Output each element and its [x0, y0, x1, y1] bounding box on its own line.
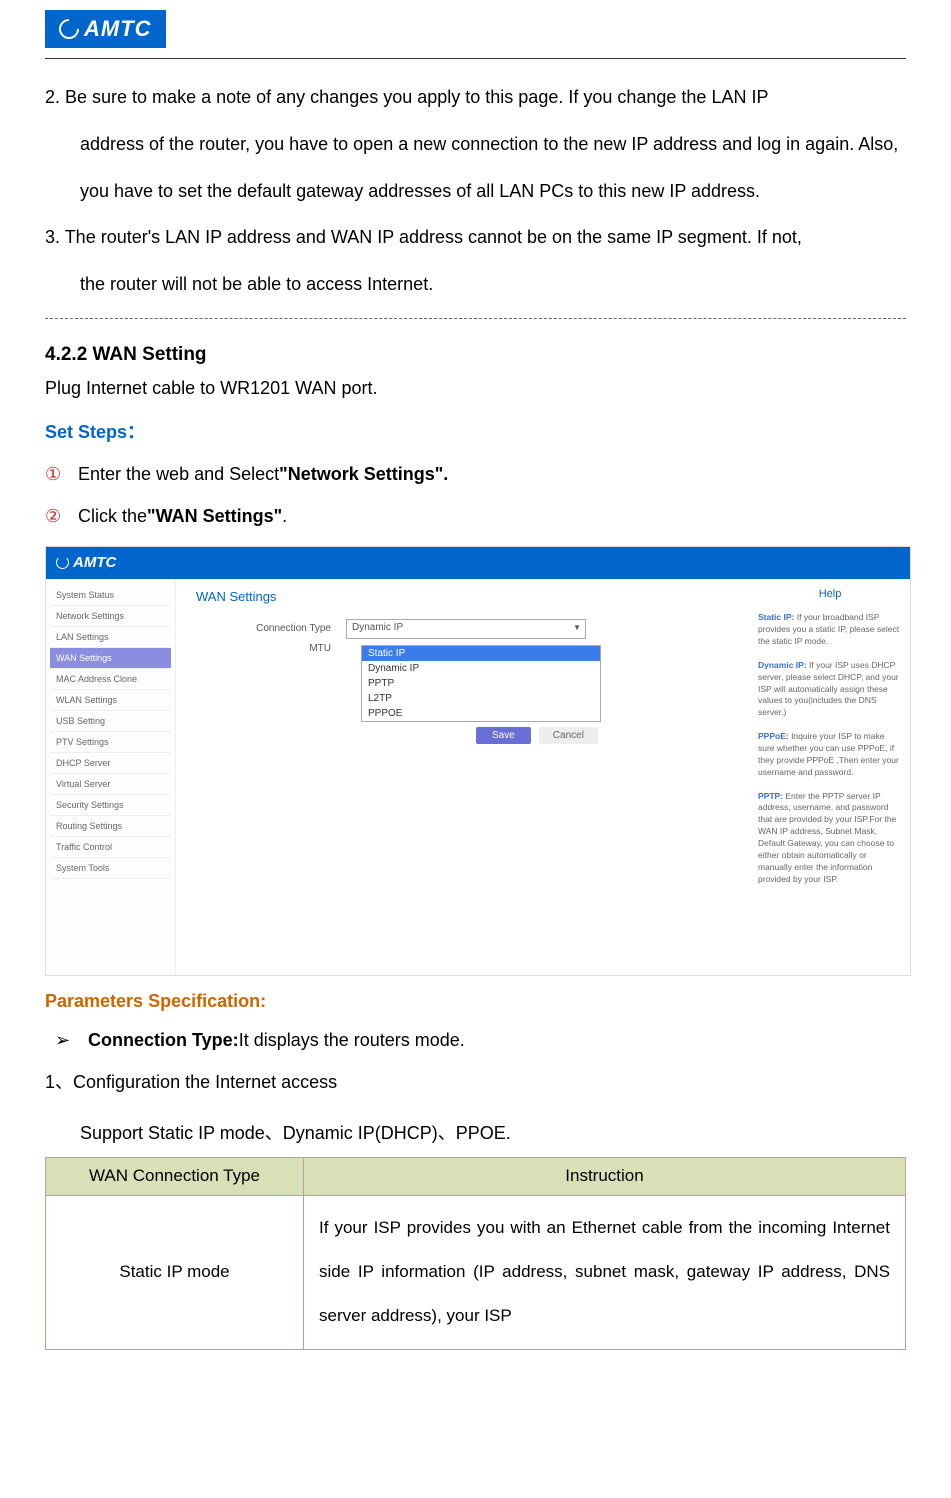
note3-lead: 3. The router's LAN IP address and WAN I… — [45, 227, 802, 247]
section-heading: 4.2.2 WAN Setting — [45, 344, 906, 366]
cell-static-ip: Static IP mode — [46, 1195, 304, 1349]
panel-title: WAN Settings — [196, 589, 730, 604]
sidebar-item-security-settings[interactable]: Security Settings — [50, 795, 171, 816]
embedded-screenshot: AMTC System StatusNetwork SettingsLAN Se… — [45, 546, 911, 976]
dropdown-option-pptp[interactable]: PPTP — [362, 676, 600, 691]
connection-table: WAN Connection Type Instruction Static I… — [45, 1157, 906, 1350]
sidebar-item-lan-settings[interactable]: LAN Settings — [50, 627, 171, 648]
note2-cont: address of the router, you have to open … — [45, 121, 906, 215]
sidebar-item-dhcp-server[interactable]: DHCP Server — [50, 753, 171, 774]
section-intro: Plug Internet cable to WR1201 WAN port. — [45, 374, 906, 403]
step-2: ② Click the"WAN Settings". — [45, 498, 906, 534]
shot-logo-text: AMTC — [73, 554, 116, 571]
sidebar-item-virtual-server[interactable]: Virtual Server — [50, 774, 171, 795]
brand-text: AMTC — [84, 16, 152, 42]
help-pptp-text: Enter the PPTP server IP address, userna… — [758, 791, 896, 884]
note-2: 2. Be sure to make a note of any changes… — [45, 74, 906, 214]
step1-bold: "Network Settings". — [279, 464, 448, 484]
note2-lead: 2. Be sure to make a note of any changes… — [45, 87, 768, 107]
button-row: Save Cancel — [476, 727, 598, 744]
th-instruction: Instruction — [304, 1157, 906, 1195]
step1-text: Enter the web and Select — [78, 464, 279, 484]
dropdown-option-l2tp[interactable]: L2TP — [362, 691, 600, 706]
shot-body: System StatusNetwork SettingsLAN Setting… — [46, 579, 910, 975]
shot-logo: AMTC — [56, 554, 116, 571]
dashed-separator — [45, 318, 906, 319]
sidebar-item-system-tools[interactable]: System Tools — [50, 858, 171, 879]
help-static-label: Static IP: — [758, 612, 794, 622]
help-dyn-label: Dynamic IP: — [758, 660, 807, 670]
note-3: 3. The router's LAN IP address and WAN I… — [45, 214, 906, 308]
header-logo-area: AMTC — [45, 0, 906, 59]
shot-swirl-icon — [56, 556, 69, 569]
dropdown-option-dynamic-ip[interactable]: Dynamic IP — [362, 661, 600, 676]
sidebar-item-routing-settings[interactable]: Routing Settings — [50, 816, 171, 837]
shot-center-panel: WAN Settings Connection Type Dynamic IP … — [176, 579, 750, 975]
help-title: Help — [758, 587, 902, 602]
params-heading: Parameters Specification: — [45, 991, 906, 1012]
sidebar-item-wan-settings[interactable]: WAN Settings — [50, 648, 171, 669]
step2-marker: ② — [45, 498, 73, 534]
arrow-icon: ➢ — [55, 1024, 83, 1056]
label-mtu: MTU — [196, 643, 346, 654]
note3-cont: the router will not be able to access In… — [45, 261, 906, 308]
cancel-button[interactable]: Cancel — [539, 727, 598, 744]
row-connection-type: Connection Type Dynamic IP — [196, 619, 730, 639]
label-connection-type: Connection Type — [196, 623, 346, 634]
shot-topbar: AMTC — [46, 547, 910, 579]
sidebar-item-wlan-settings[interactable]: WLAN Settings — [50, 690, 171, 711]
cfg-support: Support Static IP mode、Dynamic IP(DHCP)、… — [45, 1117, 906, 1149]
help-pptp: PPTP: Enter the PPTP server IP address, … — [758, 791, 902, 886]
conn-type-label: Connection Type: — [88, 1030, 239, 1050]
sidebar-item-network-settings[interactable]: Network Settings — [50, 606, 171, 627]
help-pptp-label: PPTP: — [758, 791, 783, 801]
connection-type-select[interactable]: Dynamic IP — [346, 619, 586, 639]
dropdown-option-pppoe[interactable]: PPPOE — [362, 706, 600, 721]
help-panel: Help Static IP: If your broadband ISP pr… — [750, 579, 910, 975]
sidebar-item-usb-setting[interactable]: USB Setting — [50, 711, 171, 732]
help-static: Static IP: If your broadband ISP provide… — [758, 612, 902, 648]
sidebar-item-mac-address-clone[interactable]: MAC Address Clone — [50, 669, 171, 690]
cell-static-ip-desc: If your ISP provides you with an Etherne… — [304, 1195, 906, 1349]
help-pppoe: PPPoE: Inquire your ISP to make sure whe… — [758, 731, 902, 779]
set-steps-label: Set Steps： — [45, 418, 906, 444]
step2-bold: "WAN Settings" — [147, 506, 282, 526]
conn-type-bullet: ➢ Connection Type:It displays the router… — [55, 1024, 906, 1056]
step2-text-c: . — [282, 506, 287, 526]
sidebar-item-system-status[interactable]: System Status — [50, 585, 171, 606]
brand-logo: AMTC — [45, 10, 166, 48]
help-pppoe-label: PPPoE: — [758, 731, 789, 741]
step1-marker: ① — [45, 456, 73, 492]
step-1: ① Enter the web and Select"Network Setti… — [45, 456, 906, 492]
save-button[interactable]: Save — [476, 727, 531, 744]
sidebar-item-ptv-settings[interactable]: PTV Settings — [50, 732, 171, 753]
conn-type-desc: It displays the routers mode. — [239, 1030, 465, 1050]
help-dynamic: Dynamic IP: If your ISP uses DHCP server… — [758, 660, 902, 719]
shot-sidebar: System StatusNetwork SettingsLAN Setting… — [46, 579, 176, 975]
cfg-line: 1、Configuration the Internet access — [45, 1066, 906, 1098]
step2-text-a: Click the — [78, 506, 147, 526]
sidebar-item-traffic-control[interactable]: Traffic Control — [50, 837, 171, 858]
connection-type-dropdown[interactable]: Static IPDynamic IPPPTPL2TPPPPOE — [361, 645, 601, 722]
th-wan-type: WAN Connection Type — [46, 1157, 304, 1195]
dropdown-option-static-ip[interactable]: Static IP — [362, 646, 600, 661]
swirl-icon — [55, 15, 83, 43]
